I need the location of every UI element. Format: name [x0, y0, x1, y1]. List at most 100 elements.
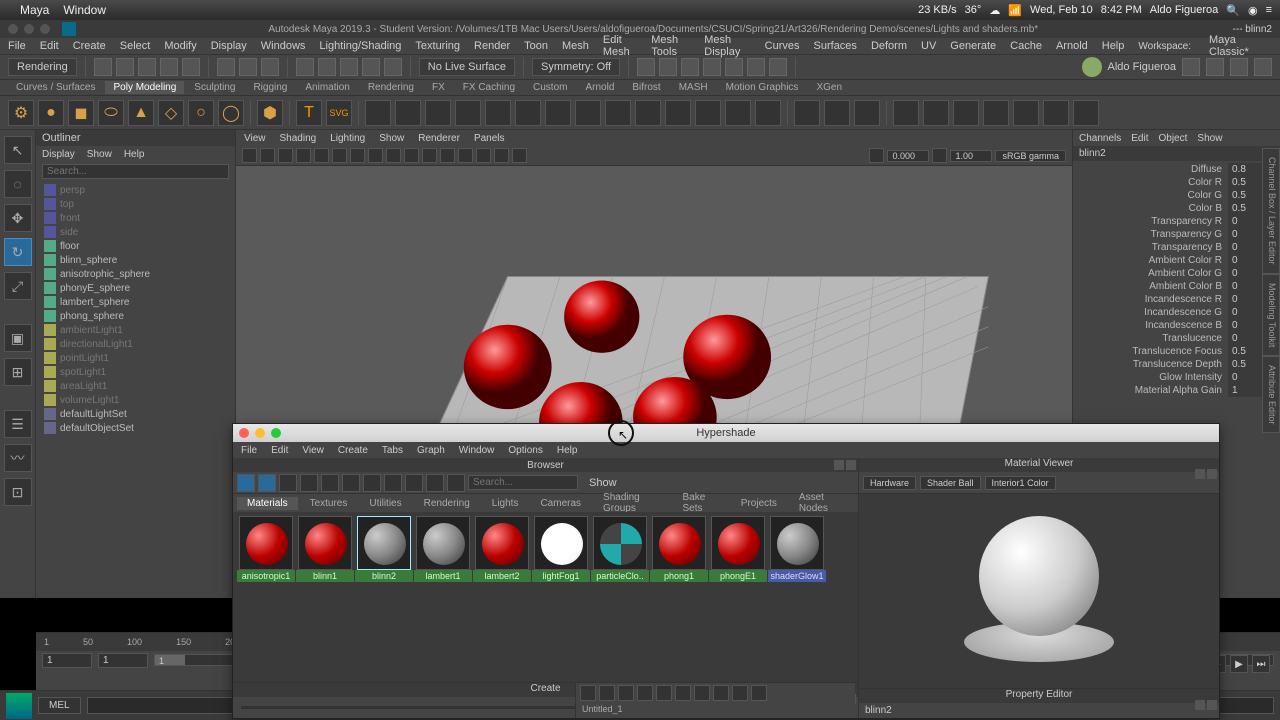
vp-shadows-icon[interactable]: [458, 148, 473, 163]
menu-curves[interactable]: Curves: [765, 40, 800, 52]
select-mode-icon[interactable]: [217, 58, 235, 76]
tab-rendering[interactable]: Rendering: [414, 497, 480, 510]
browser-undock-icon[interactable]: [834, 460, 844, 470]
paint-select-icon[interactable]: [261, 58, 279, 76]
cleanup-icon[interactable]: [1073, 100, 1099, 126]
vp-grid-icon[interactable]: [314, 148, 329, 163]
workspace-dropdown[interactable]: Maya Classic*: [1209, 34, 1258, 58]
redo-icon[interactable]: [182, 58, 200, 76]
outliner-item-phong_sphere[interactable]: phong_sphere: [40, 309, 231, 323]
hypershade-titlebar[interactable]: Hypershade: [233, 424, 1219, 442]
matview-close-icon[interactable]: [1207, 469, 1217, 479]
outliner-search-input[interactable]: [42, 164, 229, 179]
mirror-icon[interactable]: [755, 100, 781, 126]
vp-gamma-value[interactable]: 1.00: [950, 150, 992, 162]
traffic-lights[interactable]: [8, 24, 50, 34]
tl-range-start[interactable]: [42, 653, 92, 668]
cb-menu-edit[interactable]: Edit: [1131, 133, 1148, 144]
browser-search-input[interactable]: [468, 475, 578, 490]
open-scene-icon[interactable]: [116, 58, 134, 76]
menu-mesh-display[interactable]: Mesh Display: [704, 34, 750, 58]
render-settings-icon[interactable]: [703, 58, 721, 76]
outliner-item-floor[interactable]: floor: [40, 239, 231, 253]
matview-env-dropdown[interactable]: Interior1 Color: [985, 476, 1056, 490]
snap-plane-icon[interactable]: [362, 58, 380, 76]
multi-cut-icon[interactable]: [635, 100, 661, 126]
material-swatch-phongE1[interactable]: phongE1: [709, 516, 767, 582]
tab-modeling-toolkit[interactable]: Modeling Toolkit: [1262, 274, 1280, 356]
search-icon[interactable]: 🔍: [1226, 4, 1240, 17]
menu-deform[interactable]: Deform: [871, 40, 907, 52]
browser-small-icon[interactable]: [300, 474, 318, 492]
material-swatch-shaderGlow1[interactable]: shaderGlow1: [768, 516, 826, 582]
poly-torus-icon[interactable]: ○: [188, 100, 214, 126]
graph-updown-icon[interactable]: [618, 685, 634, 701]
menu-uv[interactable]: UV: [921, 40, 936, 52]
hs-menu-file[interactable]: File: [241, 445, 257, 456]
menu-generate[interactable]: Generate: [950, 40, 996, 52]
material-swatch-anisotropic1[interactable]: anisotropic1: [237, 516, 295, 582]
move-tool[interactable]: ✥: [4, 204, 32, 232]
cb-menu-channels[interactable]: Channels: [1079, 133, 1121, 144]
vp-textured-icon[interactable]: [422, 148, 437, 163]
outliner-menu-show[interactable]: Show: [87, 149, 112, 160]
outliner-item-defaultObjectSet[interactable]: defaultObjectSet: [40, 421, 231, 435]
pause-render-icon[interactable]: [769, 58, 787, 76]
bevel-icon[interactable]: [575, 100, 601, 126]
hs-menu-edit[interactable]: Edit: [271, 445, 288, 456]
browser-refresh-icon[interactable]: [405, 474, 423, 492]
material-swatch-blinn2[interactable]: blinn2: [355, 516, 413, 582]
poly-plane-icon[interactable]: ◇: [158, 100, 184, 126]
range-handle[interactable]: 1: [155, 655, 185, 665]
poly-sphere-icon[interactable]: ●: [38, 100, 64, 126]
mac-app-name[interactable]: Maya: [20, 3, 49, 17]
mac-date[interactable]: Wed, Feb 10: [1030, 4, 1093, 16]
mac-menu-window[interactable]: Window: [63, 3, 106, 17]
menu-edit-mesh[interactable]: Edit Mesh: [603, 34, 637, 58]
browser-grid-icon[interactable]: [363, 474, 381, 492]
xray-icon[interactable]: [1230, 58, 1248, 76]
menu-lighting-shading[interactable]: Lighting/Shading: [319, 40, 401, 52]
tab-utilities[interactable]: Utilities: [359, 497, 411, 510]
soft-select-icon[interactable]: [365, 100, 391, 126]
vp-camera-select-icon[interactable]: [242, 148, 257, 163]
vp-bookmark-icon[interactable]: [260, 148, 275, 163]
append-icon[interactable]: [545, 100, 571, 126]
extrude-icon[interactable]: [485, 100, 511, 126]
poke-icon[interactable]: [1043, 100, 1069, 126]
menu-modify[interactable]: Modify: [164, 40, 196, 52]
shelf-tab-custom[interactable]: Custom: [525, 81, 575, 94]
outliner-item-volumeLight1[interactable]: volumeLight1: [40, 393, 231, 407]
smooth-icon[interactable]: [725, 100, 751, 126]
shelf-tab-polymodeling[interactable]: Poly Modeling: [105, 81, 184, 94]
vp-2d-pan-icon[interactable]: [296, 148, 311, 163]
vp-gamma-icon[interactable]: [932, 148, 947, 163]
outliner-item-top[interactable]: top: [40, 197, 231, 211]
poly-cone-icon[interactable]: ▲: [128, 100, 154, 126]
bool-union-icon[interactable]: [893, 100, 919, 126]
shelf-tab-mash[interactable]: MASH: [671, 81, 716, 94]
tl-playback-start[interactable]: [98, 653, 148, 668]
create-poly-icon[interactable]: [395, 100, 421, 126]
graph-tab-untitled[interactable]: Untitled_1: [576, 703, 855, 715]
outliner-item-pointLight1[interactable]: pointLight1: [40, 351, 231, 365]
bool-intersect-icon[interactable]: [953, 100, 979, 126]
bool-diff-icon[interactable]: [923, 100, 949, 126]
symmetry-dropdown[interactable]: Symmetry: Off: [532, 58, 620, 76]
snap-point-icon[interactable]: [340, 58, 358, 76]
cb-node-name[interactable]: blinn2: [1073, 146, 1280, 161]
minimize-icon[interactable]: [24, 24, 34, 34]
vp-gate-mask-icon[interactable]: [368, 148, 383, 163]
hs-menu-help[interactable]: Help: [557, 445, 578, 456]
material-swatch-lambert1[interactable]: lambert1: [414, 516, 472, 582]
sculpt-icon[interactable]: [794, 100, 820, 126]
outliner-item-side[interactable]: side: [40, 225, 231, 239]
vp-shaded-icon[interactable]: [404, 148, 419, 163]
insert-edge-icon[interactable]: [605, 100, 631, 126]
graph-layout1-icon[interactable]: [694, 685, 710, 701]
snap-live-icon[interactable]: [384, 58, 402, 76]
browser-toggle-on-icon[interactable]: [237, 474, 255, 492]
graph-in-icon[interactable]: [580, 685, 596, 701]
merge-icon[interactable]: [695, 100, 721, 126]
material-swatch-blinn1[interactable]: blinn1: [296, 516, 354, 582]
